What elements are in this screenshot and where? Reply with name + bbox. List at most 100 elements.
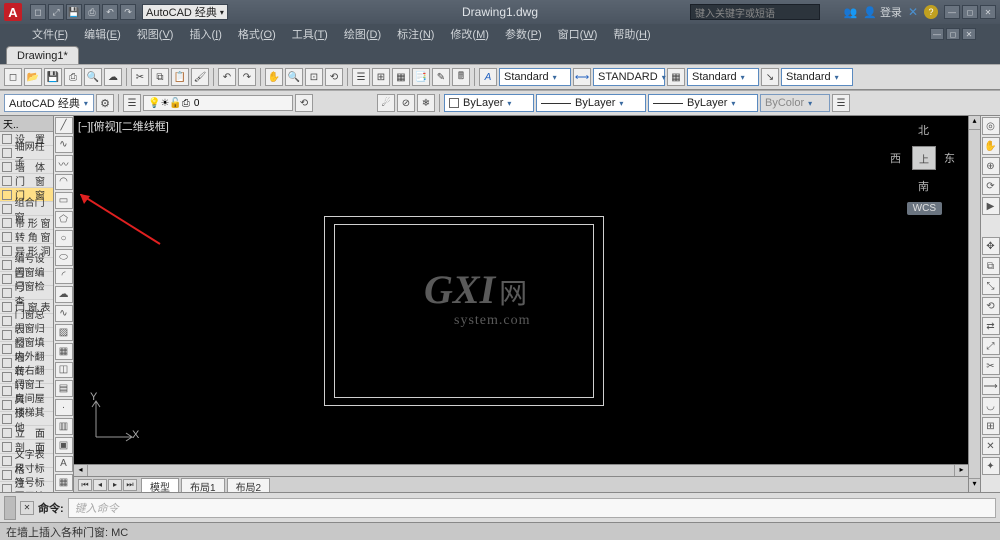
table-icon[interactable]: ▦ [55,474,73,491]
tab-model[interactable]: 模型 [141,478,179,492]
mleader-style-icon[interactable]: ↘ [761,68,779,86]
design-center-icon[interactable]: ⊞ [372,68,390,86]
menu-o[interactable]: 格式(O) [230,26,284,42]
publish-icon[interactable]: ☁ [104,68,122,86]
menu-i[interactable]: 插入(I) [181,26,229,42]
new-icon[interactable]: ◻ [4,68,22,86]
tab-layout2[interactable]: 布局2 [227,478,271,492]
viewcube-south[interactable]: 南 [918,178,929,194]
dim-style-select[interactable]: STANDARD [593,68,665,86]
workspace-settings-icon[interactable] [96,94,114,112]
qat-redo-icon[interactable]: ↷ [120,4,136,20]
copy2-icon[interactable]: ⧉ [982,257,1000,275]
menu-f[interactable]: 文件(F) [24,26,76,42]
extend-icon[interactable]: ⟶ [982,377,1000,395]
ellipse-icon[interactable]: ⬭ [55,249,73,266]
paste-icon[interactable]: 📋 [171,68,189,86]
match-icon[interactable]: 🖌 [191,68,209,86]
doc-minimize-button[interactable]: — [930,28,944,40]
zoom-previous-icon[interactable]: ⟲ [325,68,343,86]
move-icon[interactable]: ✥ [982,237,1000,255]
dim-style-icon[interactable]: ⟷ [573,68,591,86]
tab-next-icon[interactable]: ▸ [108,479,122,491]
hatch-icon[interactable]: ▨ [55,324,73,341]
doc-close-button[interactable]: ✕ [962,28,976,40]
palette-header[interactable]: 天.. [0,116,53,132]
menu-p[interactable]: 参数(P) [497,26,550,42]
arc-icon[interactable]: ◠ [55,174,73,191]
search-input[interactable]: 键入关键字或短语 [690,4,820,20]
copy-icon[interactable]: ⧉ [151,68,169,86]
h-scrollbar[interactable]: ◂ ▸ [74,464,968,476]
boundary-icon[interactable]: ◫ [55,362,73,379]
login-button[interactable]: 👤 登录 [863,4,902,20]
polyline-icon[interactable]: ∿ [55,136,73,153]
trim-icon[interactable]: ✂ [982,357,1000,375]
explode-icon[interactable]: ✦ [982,457,1000,475]
ellipse-arc-icon[interactable]: ◜ [55,268,73,285]
menu-n[interactable]: 标注(N) [389,26,442,42]
text-icon[interactable]: A [55,456,73,473]
qat-save-icon[interactable]: 💾 [66,4,82,20]
region-icon[interactable]: ▤ [55,380,73,397]
lineweight-combo[interactable]: ByLayer [648,94,758,112]
menu-v[interactable]: 视图(V) [129,26,182,42]
array-icon[interactable]: ⊞ [982,417,1000,435]
mleader-style-select[interactable]: Standard [781,68,853,86]
plot-icon[interactable]: ⎙ [64,68,82,86]
tool1-icon[interactable]: ▥ [55,418,73,435]
qat-print-icon[interactable]: ⎙ [84,4,100,20]
properties-icon[interactable]: ☰ [352,68,370,86]
zoom-window-icon[interactable]: ⊡ [305,68,323,86]
line-icon[interactable]: ╱ [55,117,73,134]
viewcube-top[interactable]: 上 [912,146,936,170]
rectangle-icon[interactable]: ▭ [55,192,73,209]
full-nav-wheel-icon[interactable]: ◎ [982,117,1000,135]
layer-iso-icon[interactable]: ⊘ [397,94,415,112]
open-icon[interactable]: 📂 [24,68,42,86]
fillet-icon[interactable]: ◡ [982,397,1000,415]
layer-freeze-icon[interactable]: ❄ [417,94,435,112]
maximize-button[interactable]: ◻ [962,5,978,19]
tool-palettes-icon[interactable]: ▦ [392,68,410,86]
layer-manager-icon[interactable]: ☰ [123,94,141,112]
cmd-close-icon[interactable]: ✕ [20,501,34,515]
palette-item[interactable]: 楼梯其他 [0,412,53,426]
mirror-icon[interactable]: ⇄ [982,317,1000,335]
cut-icon[interactable]: ✂ [131,68,149,86]
workspace-combo[interactable]: AutoCAD 经典 [4,94,94,112]
drawing-canvas[interactable]: [−][俯视][二维线框] GXI网 system.com X Y 北 南 [74,116,968,464]
spline2-icon[interactable]: ∿ [55,305,73,322]
color-combo[interactable]: ByLayer [444,94,534,112]
viewcube-east[interactable]: 东 [944,150,955,166]
doc-restore-button[interactable]: ◻ [946,28,960,40]
palette-item[interactable]: 转 角 窗 [0,230,53,244]
viewcube-north[interactable]: 北 [918,122,929,138]
viewport-label[interactable]: [−][俯视][二维线框] [78,118,169,134]
gradient-icon[interactable]: ▦ [55,343,73,360]
app-logo[interactable]: A [4,3,22,21]
markup-icon[interactable]: ✎ [432,68,450,86]
menu-w[interactable]: 窗口(W) [550,26,606,42]
showmotion-icon[interactable]: ▶ [982,197,1000,215]
sheet-set-icon[interactable]: 📑 [412,68,430,86]
quickcalc-icon[interactable]: 🖩 [452,68,470,86]
qat-undo-icon[interactable]: ↶ [102,4,118,20]
viewcube-west[interactable]: 西 [890,150,901,166]
menu-h[interactable]: 帮助(H) [605,26,658,42]
revision-cloud-icon[interactable]: ☁ [55,286,73,303]
orbit-icon[interactable]: ⟳ [982,177,1000,195]
circle-icon[interactable]: ○ [55,230,73,247]
exchange-icon[interactable]: ✕ [908,5,918,19]
table-style-select[interactable]: Standard [687,68,759,86]
command-input[interactable]: 键入命令 [68,498,996,518]
save-icon[interactable]: 💾 [44,68,62,86]
help-icon[interactable]: ? [924,5,938,19]
qat-new-icon[interactable]: ◻ [30,4,46,20]
tab-prev-icon[interactable]: ◂ [93,479,107,491]
document-tab[interactable]: Drawing1* [6,46,79,64]
tab-layout1[interactable]: 布局1 [181,478,225,492]
table-style-icon[interactable]: ▦ [667,68,685,86]
scale-icon[interactable]: ⤢ [982,337,1000,355]
wcs-badge[interactable]: WCS [907,202,942,215]
